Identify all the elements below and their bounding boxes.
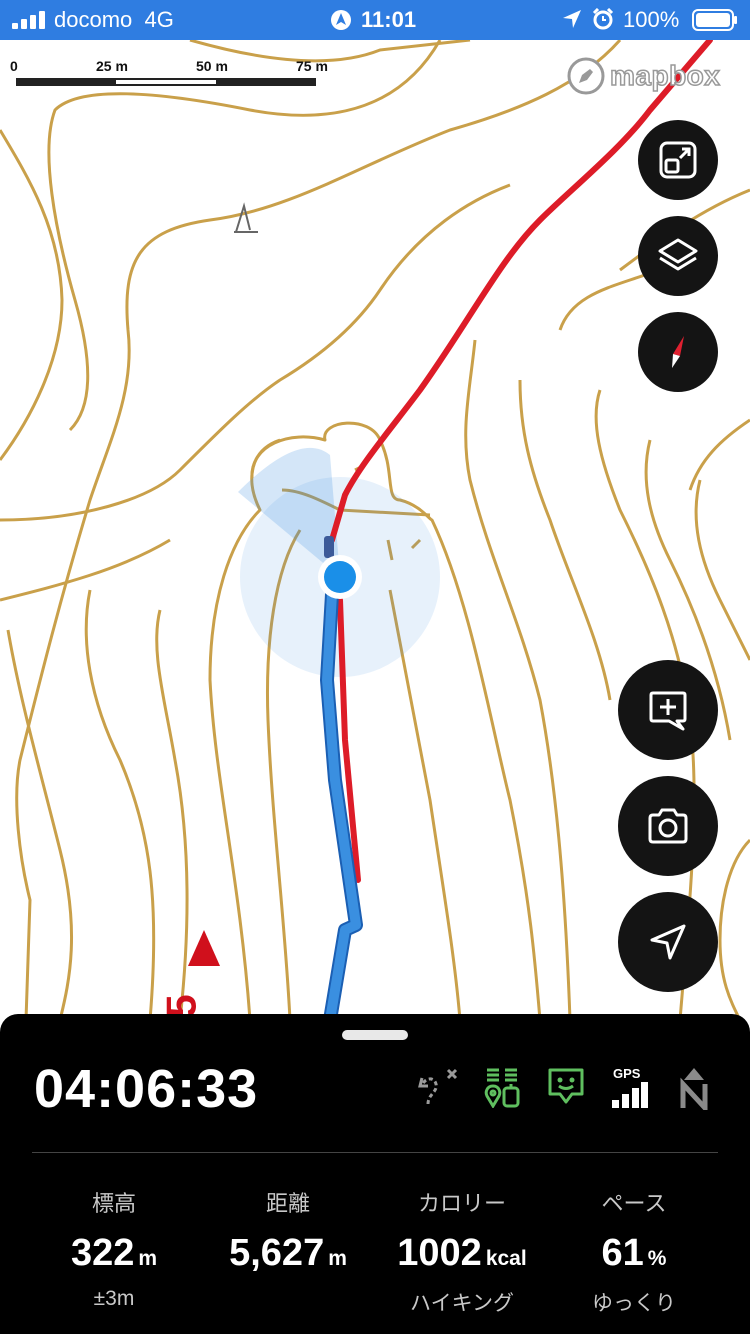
stat-label: カロリー: [417, 1191, 506, 1216]
map-scale-bar: 0 25 m 50 m 75 m: [10, 58, 340, 90]
network-type: 4G: [144, 7, 174, 32]
north-indicator-icon: [680, 1068, 708, 1110]
compass-button[interactable]: [638, 312, 718, 392]
contour-line: [718, 838, 750, 1020]
stat-value: 322: [70, 1232, 135, 1274]
mapbox-attribution[interactable]: mapbox: [566, 56, 721, 96]
stat-label: ペース: [601, 1191, 667, 1216]
expand-icon: [659, 141, 697, 179]
stat-sub: ±3m: [93, 1287, 135, 1310]
navigation-arrow-icon: [650, 924, 686, 960]
location-arrow-icon: [563, 10, 581, 28]
stat-value: 1002: [397, 1232, 482, 1274]
contour-line: [155, 609, 189, 1020]
battery-icon: [692, 9, 737, 31]
contour-line: [0, 129, 64, 461]
compass-icon: [672, 336, 684, 368]
battery-percent: 100%: [623, 7, 680, 32]
track-start-stub: [324, 536, 334, 558]
stat-value: 5,627: [229, 1232, 325, 1274]
scale-tick: 50 m: [196, 58, 228, 74]
route-deviation-icon: [418, 1068, 458, 1105]
topographic-map: [0, 40, 750, 1020]
stat-label: 標高: [91, 1191, 136, 1216]
map-view[interactable]: 5 0 25 m 50 m 75 m mapbox: [0, 40, 750, 1020]
layers-button[interactable]: [638, 216, 718, 296]
tracking-panel[interactable]: 04:06:33 GPS 標高 322 m ±3m 距離 5,627 m カロリ…: [0, 1014, 750, 1334]
cell-signal-icon: [12, 11, 45, 29]
stat-pace: ペース 61% ゆっくり: [544, 1186, 724, 1317]
stat-unit: m: [328, 1247, 347, 1270]
stat-unit: %: [647, 1247, 667, 1270]
panel-divider: [32, 1152, 718, 1153]
contour-line: [0, 538, 171, 602]
scale-tick: 25 m: [96, 58, 128, 74]
locate-button[interactable]: [618, 892, 718, 992]
carrier-name: docomo 4G: [54, 7, 174, 32]
contour-line: [694, 479, 750, 661]
clock: 11:01: [361, 7, 417, 32]
companion-icon: [484, 1068, 520, 1108]
gps-label: GPS: [613, 1066, 641, 1081]
add-memo-button[interactable]: [618, 660, 718, 760]
stat-sub: ゆっくり: [592, 1292, 676, 1315]
stat-unit: m: [138, 1247, 158, 1270]
scale-tick: 75 m: [296, 58, 328, 74]
status-bar: docomo 4G 11:01 100%: [0, 0, 750, 40]
contour-line: [0, 183, 511, 522]
stat-distance: 距離 5,627 m: [198, 1186, 378, 1287]
gps-signal-icon: [612, 1082, 648, 1108]
stat-calories: カロリー 1002 kcal ハイキング: [372, 1186, 552, 1317]
stat-value: 61: [601, 1232, 644, 1274]
mapbox-logo-icon: [567, 57, 605, 95]
scale-bar-graphic: [16, 78, 316, 86]
fullscreen-button[interactable]: [638, 120, 718, 200]
camera-icon: [648, 808, 688, 844]
message-icon: [548, 1068, 584, 1104]
scale-tick: 0: [10, 58, 18, 74]
trail-triangle-marker: [188, 930, 220, 966]
elapsed-time: 04:06:33: [34, 1059, 259, 1119]
contour-line: [84, 589, 156, 1020]
alarm-icon: [592, 8, 614, 30]
layers-icon: [658, 238, 698, 271]
stat-unit: kcal: [485, 1247, 527, 1270]
camera-button[interactable]: [618, 776, 718, 876]
contour-line: [47, 40, 442, 432]
stat-elevation: 標高 322 m ±3m: [24, 1186, 204, 1311]
mapbox-wordmark: mapbox: [609, 59, 721, 92]
add-note-icon: [649, 691, 687, 731]
drag-handle[interactable]: [342, 1030, 408, 1040]
stat-sub: ハイキング: [410, 1292, 514, 1315]
contour-line: [688, 418, 750, 491]
location-active-icon: [331, 10, 351, 30]
stat-label: 距離: [265, 1191, 310, 1216]
